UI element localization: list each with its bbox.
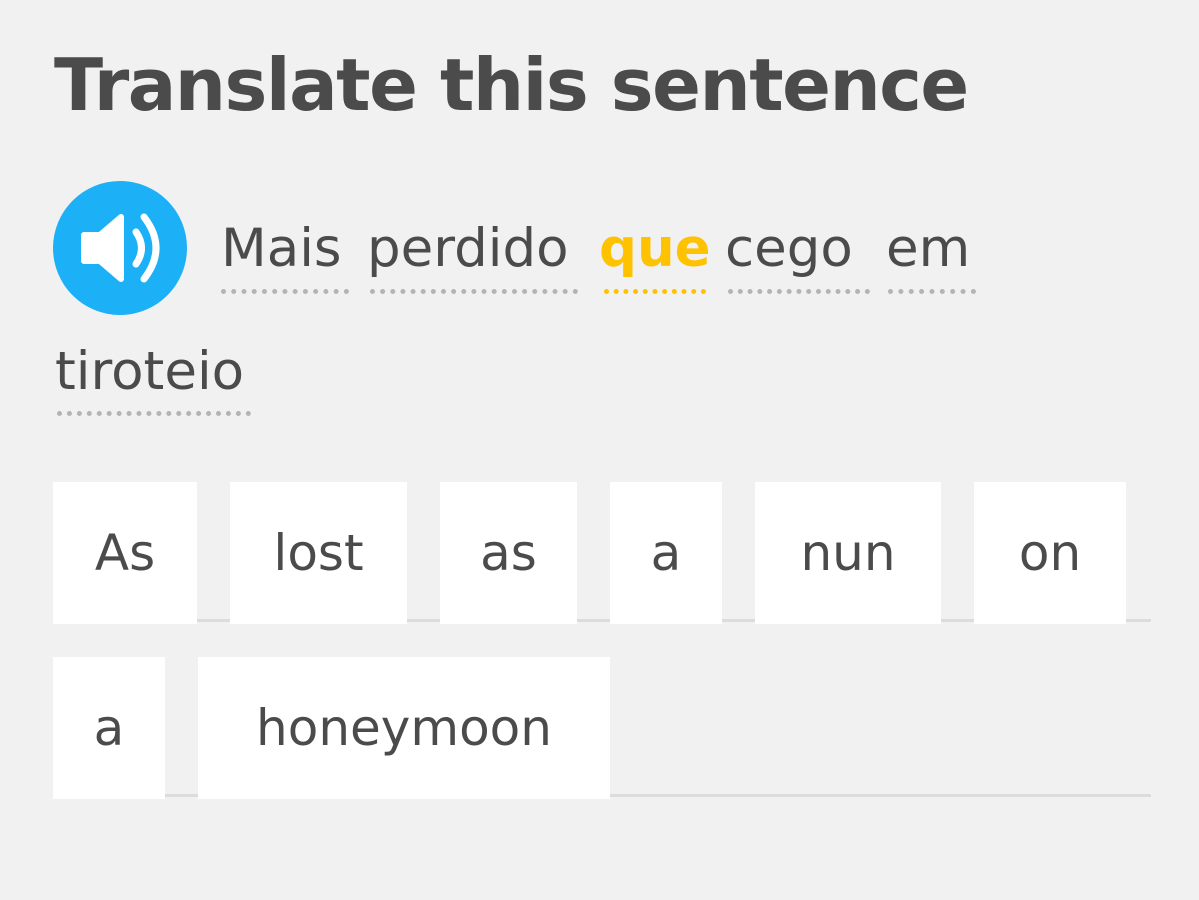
word-tile[interactable]: a <box>610 482 722 624</box>
word-tile[interactable]: honeymoon <box>198 657 610 799</box>
word-tile[interactable]: lost <box>230 482 407 624</box>
word-underline <box>888 289 976 294</box>
prompt-word-perdido[interactable]: perdido <box>367 214 569 284</box>
word-tile[interactable]: nun <box>755 482 941 624</box>
prompt-word-que-highlighted[interactable]: que <box>599 214 711 284</box>
word-tile[interactable]: As <box>53 482 197 624</box>
prompt-word-em[interactable]: em <box>886 214 970 284</box>
word-underline <box>728 289 870 294</box>
word-underline <box>57 411 251 416</box>
word-underline <box>221 289 349 294</box>
word-tile[interactable]: as <box>440 482 577 624</box>
prompt-word-cego[interactable]: cego <box>725 214 853 284</box>
word-tile[interactable]: on <box>974 482 1126 624</box>
word-tile[interactable]: a <box>53 657 165 799</box>
word-underline-highlighted <box>604 289 706 294</box>
page-title: Translate this sentence <box>54 43 969 127</box>
word-underline <box>370 289 578 294</box>
prompt-word-tiroteio[interactable]: tiroteio <box>55 337 244 407</box>
prompt-word-mais[interactable]: Mais <box>221 214 342 284</box>
play-audio-button[interactable] <box>53 181 187 315</box>
speaker-icon <box>81 213 160 283</box>
